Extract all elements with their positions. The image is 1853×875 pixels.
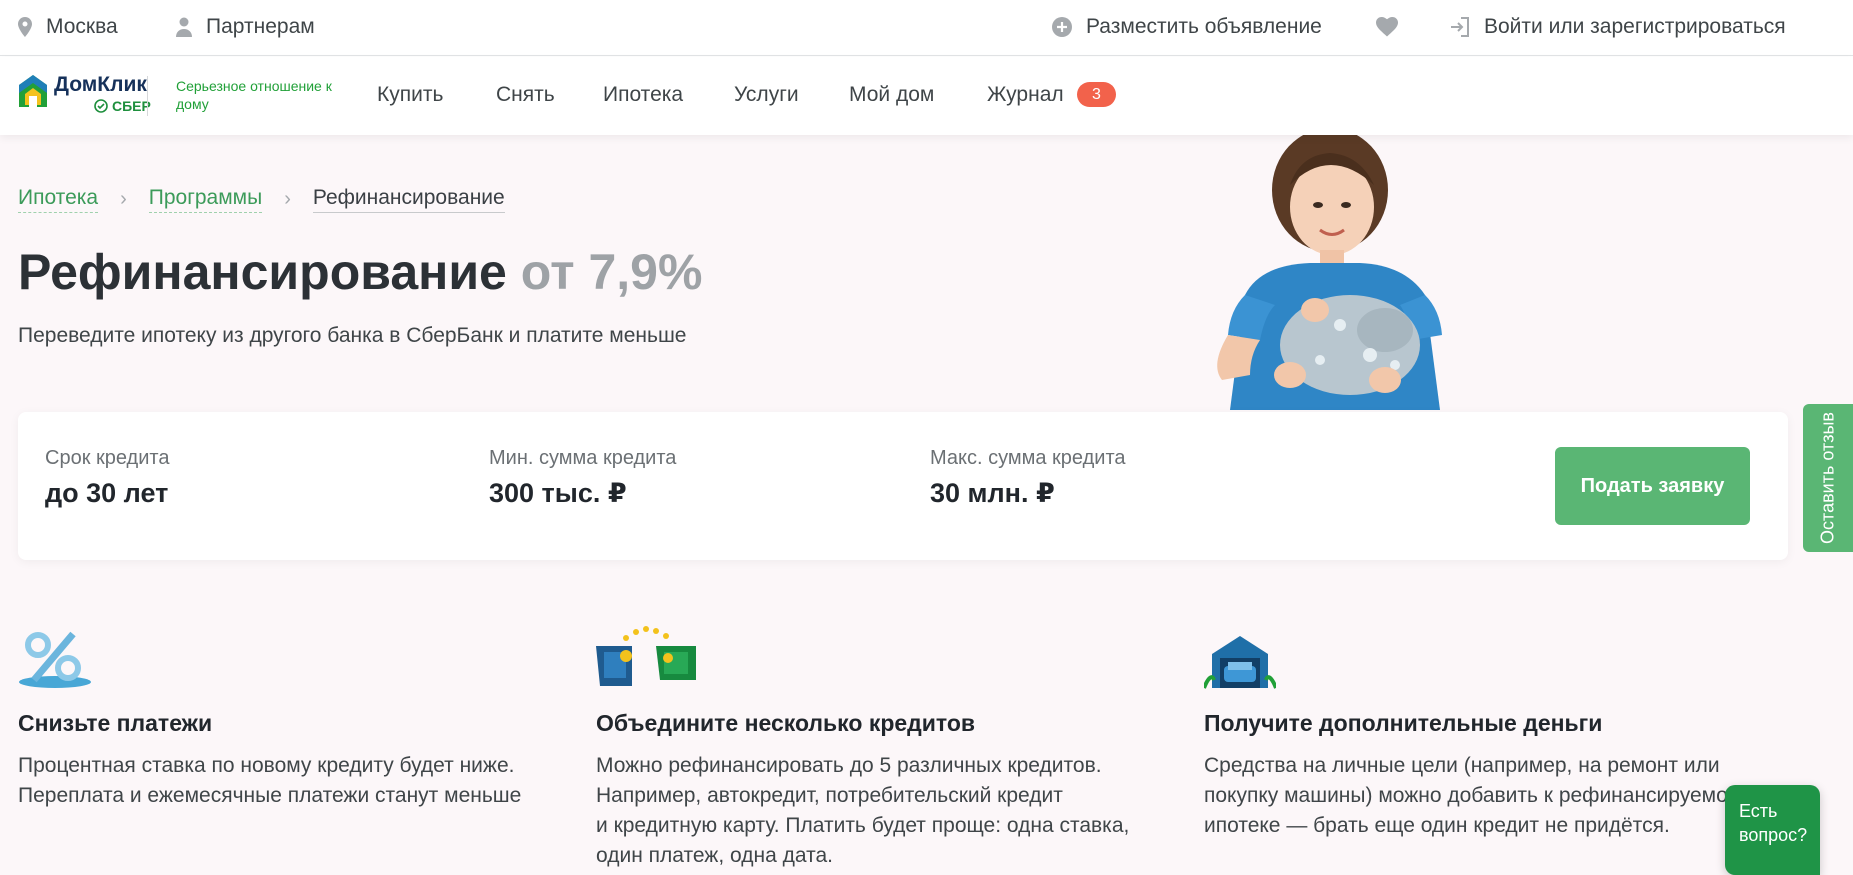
title-text: Рефинансирование: [18, 244, 507, 300]
loan-info-card: Срок кредита до 30 лет Мин. сумма кредит…: [18, 412, 1788, 560]
hero-section: Ипотека › Программы › Рефинансирование Р…: [0, 135, 1853, 875]
house-logo-icon: [19, 75, 47, 107]
nav-journal[interactable]: Журнал: [987, 83, 1064, 107]
loan-term-value: до 30 лет: [45, 478, 169, 508]
wallets-icon: [596, 610, 1129, 690]
location-pin-icon: [18, 17, 32, 37]
chevron-right-icon: ›: [284, 188, 291, 210]
max-loan-amount: Макс. сумма кредита 30 млн. ₽: [930, 447, 1126, 509]
sber-check-icon: [94, 99, 108, 113]
feedback-label: Оставить отзыв: [1817, 412, 1838, 544]
main-nav: ДомКлик СБЕР Серьезное отношение к дому …: [0, 57, 1853, 135]
nav-rent[interactable]: Снять: [496, 83, 555, 107]
breadcrumb-current: Рефинансирование: [312, 186, 505, 213]
feature-lower-payments: Снизьте платежи Процентная ставка по нов…: [18, 610, 521, 811]
login-arrow-icon: [1451, 17, 1469, 37]
min-amount-label: Мин. сумма кредита: [489, 447, 677, 469]
partners-link[interactable]: Партнерам: [176, 14, 315, 40]
min-amount-value: 300 тыс. ₽: [489, 478, 627, 508]
nav-services[interactable]: Услуги: [734, 83, 799, 107]
login-button[interactable]: Войти или зарегистрироваться: [1450, 14, 1786, 40]
chevron-right-icon: ›: [120, 188, 127, 210]
sber-label: СБЕР: [112, 98, 151, 114]
heart-icon: [1376, 17, 1398, 37]
nav-buy[interactable]: Купить: [377, 83, 443, 107]
girl-piggy-bank-image: [1150, 135, 1530, 410]
feature-combine-loans: Объедините несколько кредитов Можно рефи…: [596, 610, 1129, 871]
breadcrumb-programs[interactable]: Программы: [148, 186, 263, 213]
max-amount-label: Макс. сумма кредита: [930, 447, 1126, 469]
favorites-button[interactable]: [1376, 14, 1412, 40]
feature-text: Можно рефинансировать до 5 различных кре…: [596, 754, 1130, 867]
feature-text: Средства на личные цели (например, на ре…: [1204, 754, 1740, 837]
breadcrumb: Ипотека › Программы › Рефинансирование: [18, 186, 505, 213]
min-loan-amount: Мин. сумма кредита 300 тыс. ₽: [489, 447, 676, 509]
max-amount-value: 30 млн. ₽: [930, 478, 1055, 508]
post-ad-label: Разместить объявление: [1086, 15, 1322, 38]
chat-bubble-button[interactable]: Есть вопрос?: [1725, 785, 1820, 875]
logo-name: ДомКлик: [54, 73, 147, 96]
loan-term: Срок кредита до 30 лет: [45, 447, 169, 509]
title-rate: от 7,9%: [520, 244, 703, 300]
plus-circle-icon: [1052, 17, 1072, 37]
logo-slogan: Серьезное отношение к дому: [176, 78, 332, 112]
logo-divider: [147, 76, 148, 116]
feature-title: Снизьте платежи: [18, 710, 213, 736]
chat-label: Есть вопрос?: [1739, 801, 1808, 845]
nav-my-home[interactable]: Мой дом: [849, 83, 934, 107]
feedback-tab[interactable]: Оставить отзыв: [1803, 404, 1853, 552]
page-title: Рефинансирование от 7,9%: [18, 243, 702, 301]
page-subtitle: Переведите ипотеку из другого банка в Сб…: [18, 324, 687, 347]
apply-button[interactable]: Подать заявку: [1555, 447, 1750, 525]
garage-car-icon: [1204, 610, 1740, 690]
person-icon: [176, 17, 192, 37]
breadcrumb-mortgage[interactable]: Ипотека: [18, 186, 99, 213]
top-bar: Москва Партнерам Разместить объявление В…: [0, 0, 1853, 56]
partners-label: Партнерам: [206, 15, 315, 38]
city-selector[interactable]: Москва: [18, 14, 118, 40]
domclick-logo[interactable]: ДомКлик СБЕР Серьезное отношение к дому: [18, 73, 332, 116]
loan-term-label: Срок кредита: [45, 447, 170, 469]
feature-title: Получите дополнительные деньги: [1204, 710, 1603, 736]
feature-title: Объедините несколько кредитов: [596, 710, 976, 736]
nav-mortgage[interactable]: Ипотека: [603, 83, 683, 107]
percent-icon: [18, 610, 521, 690]
feature-text: Процентная ставка по новому кредиту буде…: [18, 754, 522, 807]
journal-count-badge: 3: [1077, 82, 1116, 107]
city-label: Москва: [46, 15, 118, 38]
feature-extra-money: Получите дополнительные деньги Средства …: [1204, 610, 1740, 841]
post-ad-button[interactable]: Разместить объявление: [1052, 14, 1322, 40]
login-label: Войти или зарегистрироваться: [1484, 15, 1786, 38]
logo-sber: СБЕР: [94, 98, 151, 114]
